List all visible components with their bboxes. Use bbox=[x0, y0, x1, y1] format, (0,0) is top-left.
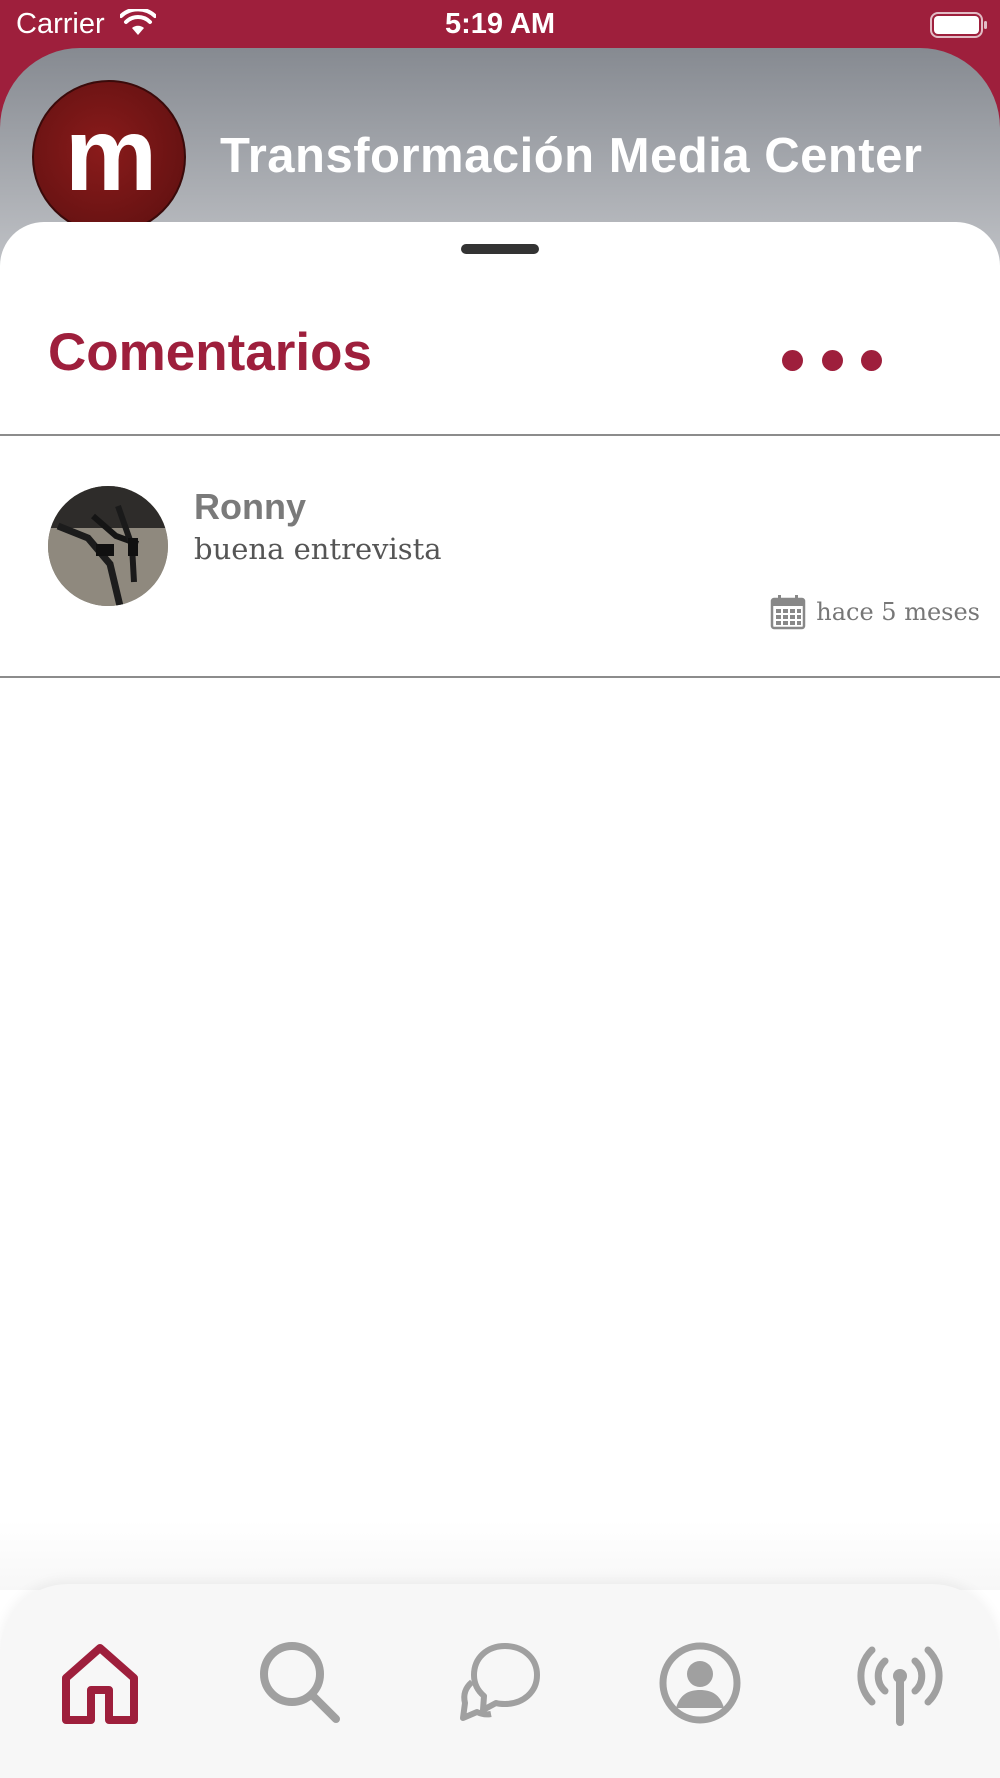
avatar-photo bbox=[48, 486, 168, 606]
tab-bar-fade bbox=[0, 1520, 1000, 1590]
status-bar: Carrier 5:19 AM bbox=[0, 0, 1000, 50]
avatar[interactable] bbox=[48, 486, 168, 606]
comment-text: buena entrevista bbox=[194, 532, 442, 566]
more-horizontal-icon bbox=[821, 349, 843, 371]
tab-home[interactable] bbox=[55, 1638, 145, 1728]
app-logo: m bbox=[32, 80, 186, 234]
sheet-title: Comentarios bbox=[48, 323, 372, 382]
tab-live[interactable] bbox=[855, 1638, 945, 1728]
comment-item[interactable]: Ronny buena entrevista hace 5 meses bbox=[0, 436, 1000, 676]
tab-profile[interactable] bbox=[655, 1638, 745, 1728]
calendar-icon bbox=[771, 595, 806, 630]
comment-author: Ronny bbox=[194, 486, 306, 527]
search-icon bbox=[260, 1642, 340, 1723]
app-title: Transformación Media Center bbox=[220, 129, 923, 183]
tab-chat[interactable] bbox=[455, 1638, 545, 1728]
more-horizontal-icon bbox=[782, 349, 803, 371]
comment-time-label: hace 5 meses bbox=[816, 598, 980, 626]
broadcast-icon bbox=[857, 1646, 943, 1726]
comment-timestamp: hace 5 meses bbox=[770, 594, 980, 630]
battery-icon bbox=[930, 12, 987, 38]
profile-icon bbox=[659, 1642, 741, 1724]
logo-letter: m bbox=[64, 97, 157, 213]
tab-bar bbox=[0, 1584, 1000, 1778]
chat-icon bbox=[460, 1643, 540, 1721]
more-options-button[interactable] bbox=[782, 342, 882, 378]
sheet-grabber-handle[interactable] bbox=[461, 244, 539, 254]
clock: 5:19 AM bbox=[444, 8, 556, 40]
home-icon bbox=[62, 1644, 138, 1724]
tab-search[interactable] bbox=[254, 1638, 344, 1728]
divider bbox=[0, 676, 1000, 678]
more-horizontal-icon bbox=[861, 349, 882, 371]
